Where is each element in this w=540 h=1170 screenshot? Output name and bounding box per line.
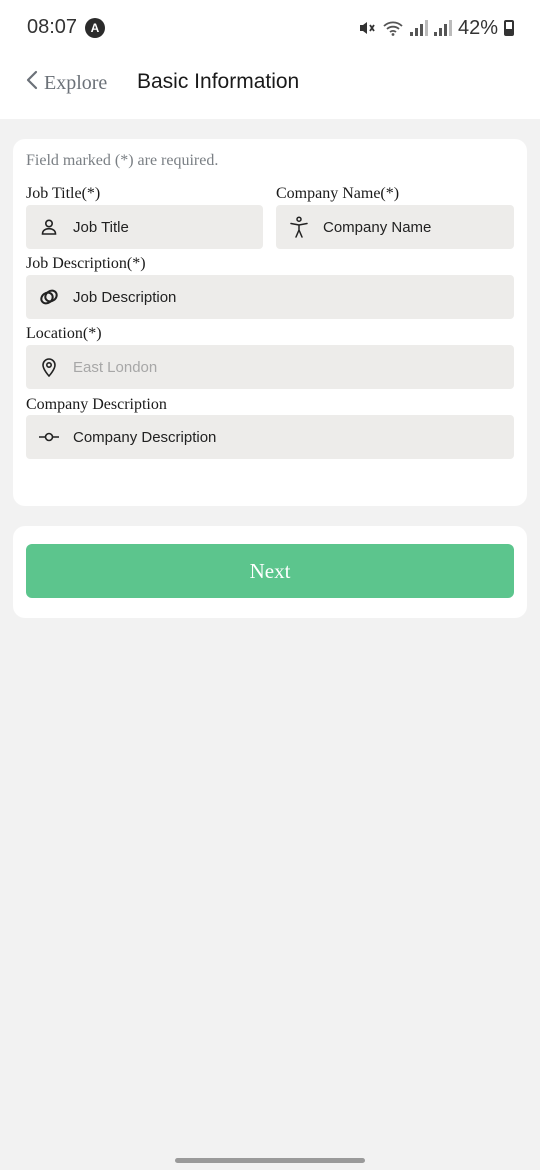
battery-percent: 42%: [457, 16, 498, 39]
company-name-label: Company Name(*): [276, 185, 400, 202]
status-bar: 08:07 A 42%: [0, 0, 540, 58]
wifi-icon: [383, 21, 403, 36]
app-notification-icon: A: [85, 18, 105, 38]
job-title-value: Job Title: [73, 218, 129, 236]
company-description-label: Company Description: [26, 396, 167, 413]
home-indicator[interactable]: [175, 1158, 365, 1163]
next-button[interactable]: Next: [26, 544, 514, 598]
back-label: Explore: [44, 71, 108, 94]
page-title: Basic Information: [137, 70, 300, 93]
commit-icon: [38, 426, 60, 448]
company-description-input[interactable]: Company Description: [26, 415, 514, 459]
interlocked-rings-icon: [38, 286, 60, 308]
chevron-left-icon: [26, 70, 38, 96]
company-description-value: Company Description: [73, 428, 217, 446]
company-name-value: Company Name: [323, 218, 432, 236]
job-title-input[interactable]: Job Title: [26, 205, 263, 249]
location-placeholder: East London: [73, 358, 158, 376]
job-description-input[interactable]: Job Description: [26, 275, 514, 319]
required-note: Field marked (*) are required.: [26, 152, 219, 169]
job-description-value: Job Description: [73, 288, 177, 306]
app-header: Explore Basic Information: [0, 58, 540, 119]
battery-icon: [504, 20, 514, 36]
job-title-label: Job Title(*): [26, 185, 101, 202]
signal-2-icon: [433, 20, 452, 36]
status-time: 08:07: [27, 16, 78, 38]
back-button[interactable]: Explore: [26, 70, 107, 96]
basic-information-form: Field marked (*) are required. Job Title…: [13, 139, 527, 506]
person-icon: [38, 216, 60, 238]
status-indicators: 42%: [358, 16, 514, 40]
location-label: Location(*): [26, 325, 102, 342]
signal-1-icon: [409, 20, 428, 36]
job-description-label: Job Description(*): [26, 255, 146, 272]
accessibility-icon: [288, 216, 310, 238]
company-name-input[interactable]: Company Name: [276, 205, 514, 249]
location-input[interactable]: East London: [26, 345, 514, 389]
mute-icon: [359, 22, 375, 34]
location-pin-icon: [38, 356, 60, 378]
actions-card: Next: [13, 526, 527, 618]
